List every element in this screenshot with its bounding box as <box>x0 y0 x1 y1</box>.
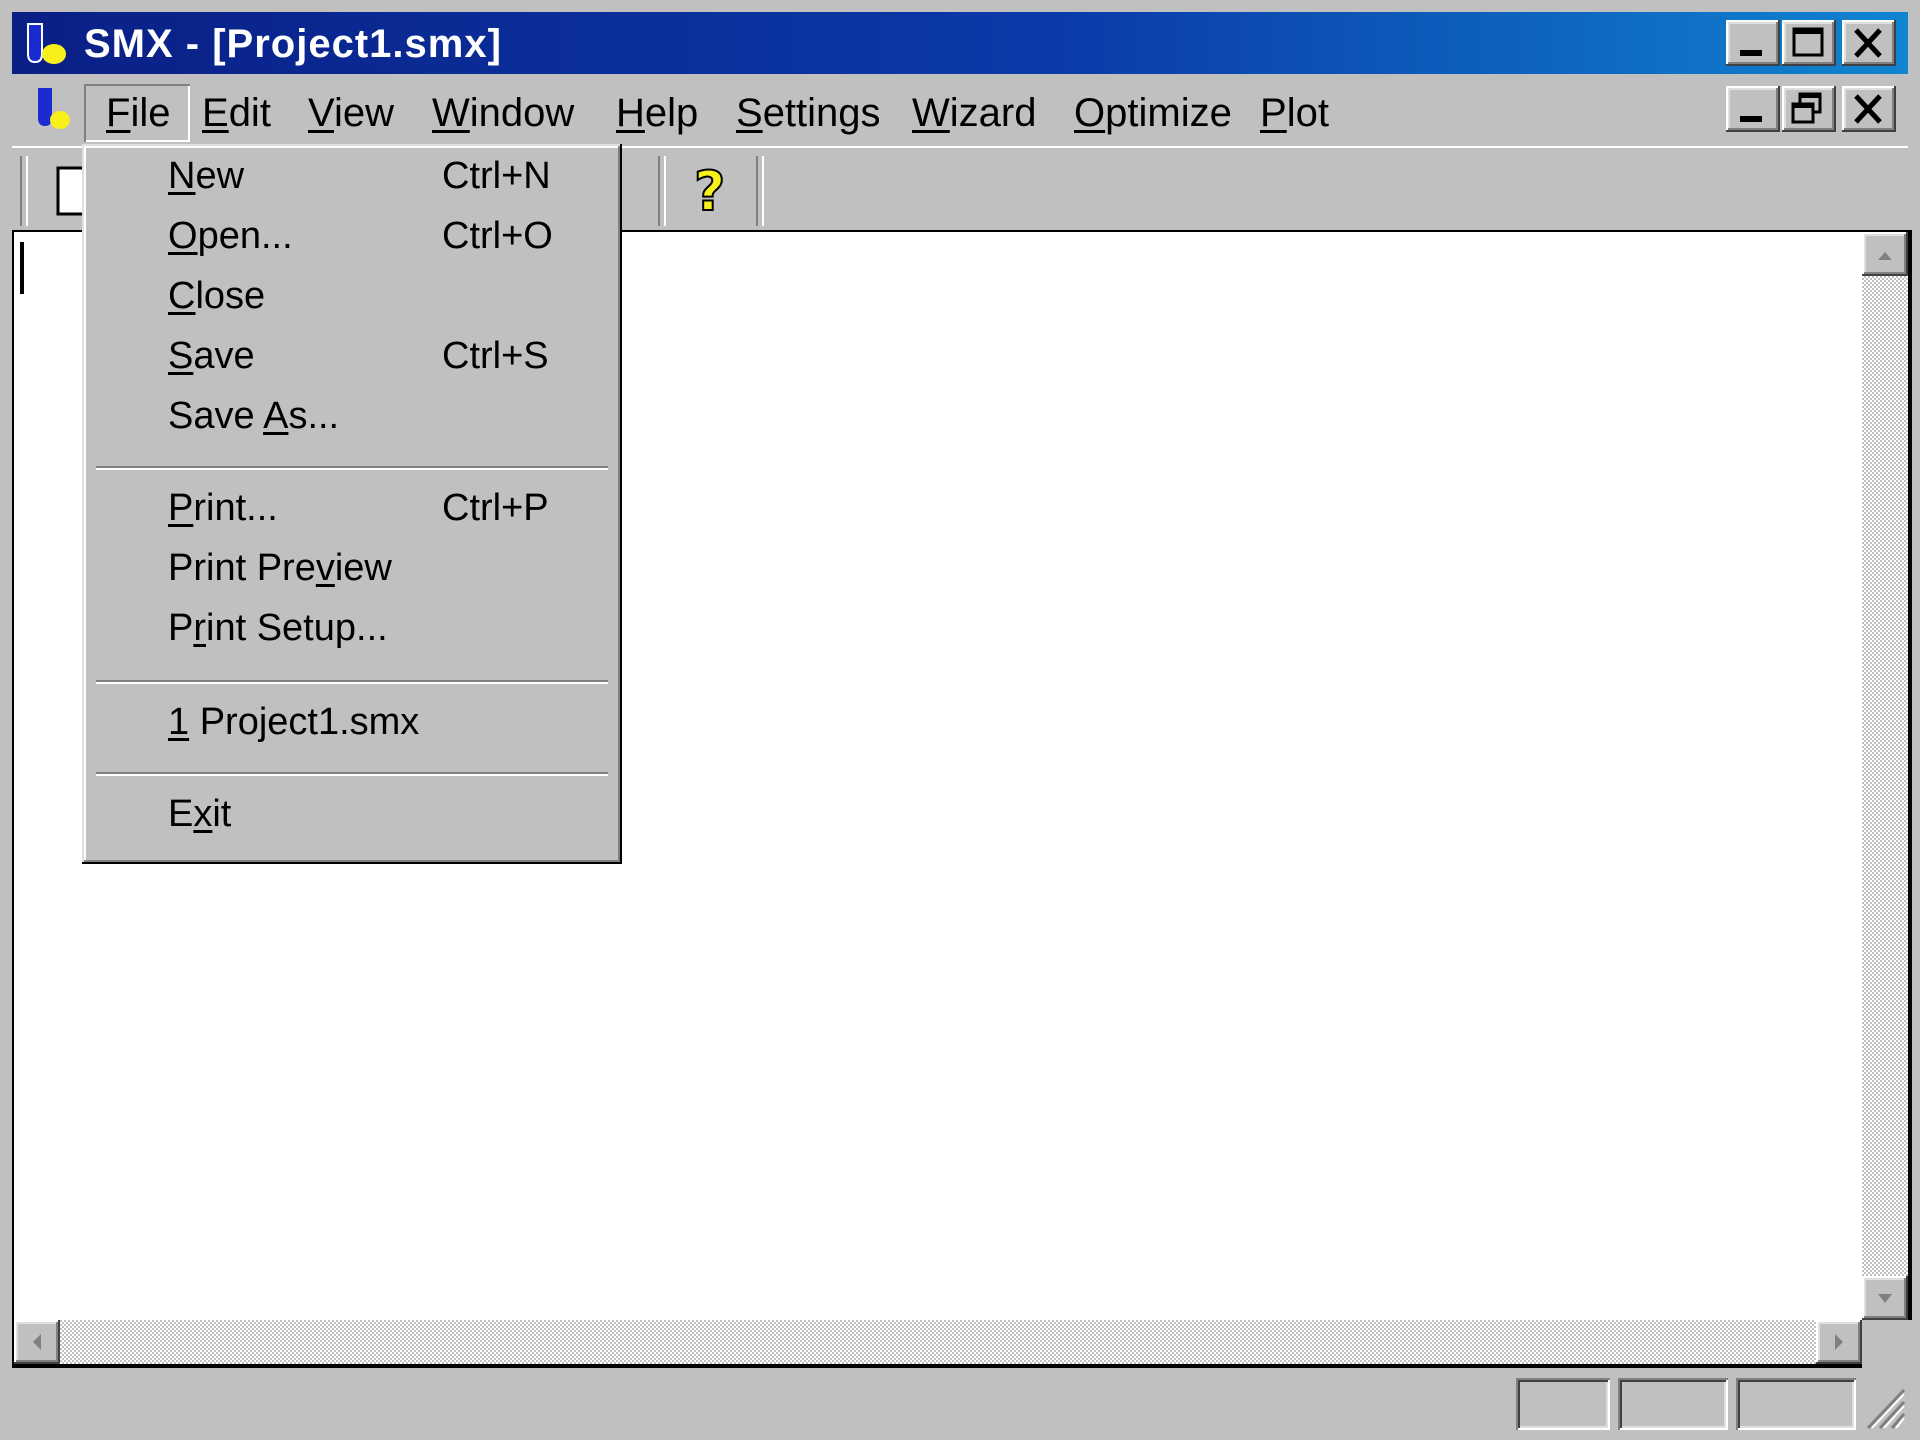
close-icon <box>1854 94 1882 124</box>
status-pane <box>1618 1378 1728 1430</box>
menu-item-print-setup[interactable]: Print Setup... <box>82 600 622 656</box>
horizontal-scrollbar[interactable] <box>14 1320 1862 1364</box>
menu-item-recent-file[interactable]: 1 Project1.smx <box>82 694 622 750</box>
menu-wizard[interactable]: Wizard <box>912 84 1036 142</box>
scroll-up-button[interactable] <box>1862 232 1908 276</box>
menu-item-open[interactable]: Open... Ctrl+O <box>82 208 622 264</box>
doc-restore-button[interactable] <box>1782 86 1836 132</box>
scroll-right-button[interactable] <box>1816 1320 1862 1364</box>
arrow-down-icon <box>1878 1294 1892 1303</box>
shortcut-label: Ctrl+O <box>442 215 553 257</box>
help-button[interactable]: ? <box>684 158 742 224</box>
file-menu-dropdown: New Ctrl+N Open... Ctrl+O Close Save Ctr… <box>82 144 622 864</box>
doc-close-button[interactable] <box>1842 86 1896 132</box>
toolbar-grip[interactable] <box>20 156 28 226</box>
menu-item-save-as[interactable]: Save As... <box>82 388 622 444</box>
menu-plot[interactable]: Plot <box>1260 84 1329 142</box>
minimize-icon <box>1740 50 1762 56</box>
menu-help[interactable]: Help <box>616 84 698 142</box>
arrow-up-icon <box>1878 252 1892 260</box>
menu-item-print-preview[interactable]: Print Preview <box>82 540 622 596</box>
shortcut-label: Ctrl+N <box>442 155 551 197</box>
menu-window[interactable]: Window <box>432 84 574 142</box>
arrow-right-icon <box>1835 1334 1843 1350</box>
scroll-left-button[interactable] <box>14 1320 60 1364</box>
toolbar-separator <box>658 156 666 226</box>
menu-separator <box>96 466 608 470</box>
menu-file[interactable]: File <box>84 84 190 142</box>
status-pane <box>1516 1378 1610 1430</box>
svg-text:?: ? <box>694 160 725 222</box>
minimize-button[interactable] <box>1726 20 1780 66</box>
vertical-scrollbar[interactable] <box>1862 232 1908 1320</box>
menu-settings[interactable]: Settings <box>736 84 881 142</box>
menu-edit[interactable]: Edit <box>202 84 271 142</box>
arrow-left-icon <box>33 1334 41 1350</box>
menu-item-save[interactable]: Save Ctrl+S <box>82 328 622 384</box>
menu-separator <box>96 772 608 776</box>
resize-grip-icon[interactable] <box>1860 1382 1906 1432</box>
maximize-icon <box>1792 27 1824 57</box>
shortcut-label: Ctrl+P <box>442 487 549 529</box>
toolbar-end-separator <box>756 156 764 226</box>
menu-item-close[interactable]: Close <box>82 268 622 324</box>
shortcut-label: Ctrl+S <box>442 335 549 377</box>
close-icon <box>1854 28 1882 58</box>
maximize-button[interactable] <box>1782 20 1836 66</box>
status-bar <box>12 1372 1908 1436</box>
close-button[interactable] <box>1842 20 1896 66</box>
menu-separator <box>96 680 608 684</box>
document-system-menu-icon[interactable] <box>30 84 80 134</box>
title-bar[interactable]: SMX - [Project1.smx] <box>12 12 1908 74</box>
menu-item-new[interactable]: New Ctrl+N <box>82 148 622 204</box>
text-caret <box>20 242 24 294</box>
menu-item-exit[interactable]: Exit <box>82 786 622 842</box>
menu-item-print[interactable]: Print... Ctrl+P <box>82 480 622 536</box>
menu-view[interactable]: View <box>308 84 394 142</box>
restore-icon <box>1791 92 1822 124</box>
scroll-corner <box>1862 1320 1912 1368</box>
status-pane <box>1736 1378 1856 1430</box>
doc-minimize-button[interactable] <box>1726 86 1780 132</box>
menu-optimize[interactable]: Optimize <box>1074 84 1232 142</box>
scroll-down-button[interactable] <box>1862 1276 1908 1320</box>
window-title: SMX - [Project1.smx] <box>84 22 502 66</box>
app-logo-icon[interactable] <box>22 20 70 68</box>
menu-bar: File Edit View Window Help Settings Wiza… <box>12 76 1908 146</box>
help-question-icon: ? <box>693 159 726 224</box>
minimize-icon <box>1740 116 1762 122</box>
